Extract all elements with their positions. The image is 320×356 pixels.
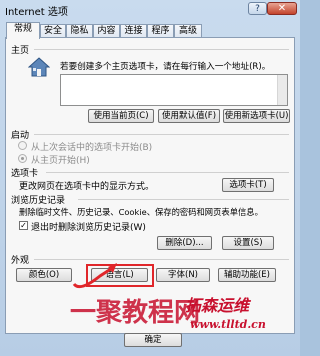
watermark-brand: 拓森运维 [185,296,250,315]
colors-button[interactable]: 颜色(O) [16,268,72,282]
appearance-heading: 外观 [11,256,30,266]
history-description: 删除临时文件、历史记录、Cookie、保存的密码和网页表单信息。 [19,207,263,217]
startup-last-session-radio[interactable] [18,141,27,150]
watermark-url: www.tlltd.cn [190,318,266,331]
tabs-heading: 选项卡 [11,169,39,179]
startup-homepage-label: 从主页开始(H) [31,156,90,166]
use-default-button[interactable]: 使用默认值(F) [158,109,220,123]
delete-on-exit-checkbox[interactable]: ✓ [19,221,28,230]
tab-content[interactable]: 内容 [93,24,120,38]
general-panel: 主页 若要创建多个主页选项卡，请在每行输入一个地址(R)。 使用当前页(C) 使… [5,37,295,334]
watermark-title: 一聚教程网 [70,298,201,328]
accessibility-button[interactable]: 辅助功能(E) [218,268,276,282]
delete-history-button[interactable]: 删除(D)... [157,236,212,250]
internet-options-window: Internet 选项 ? ✕ 常规 安全 隐私 内容 连接 程序 高级 主页 … [0,0,300,356]
window-title: Internet 选项 [5,7,68,18]
tabs-description: 更改网页在选项卡中的显示方式。 [19,182,155,192]
fonts-button[interactable]: 字体(N) [156,268,210,282]
ok-button[interactable]: 确定 [124,333,182,347]
history-heading: 浏览历史记录 [11,196,66,206]
divider [34,134,289,135]
use-new-tab-button[interactable]: 使用新选项卡(U) [223,109,290,123]
startup-heading: 启动 [11,131,30,141]
startup-homepage-radio[interactable] [18,154,27,163]
divider [46,172,289,173]
tab-connections[interactable]: 连接 [120,24,147,38]
divider [78,199,289,200]
startup-last-session-label: 从上次会话中的选项卡开始(B) [31,143,153,153]
delete-on-exit-label: 退出时删除浏览历史记录(W) [31,223,146,233]
tab-general[interactable]: 常规 [6,22,40,39]
tab-programs[interactable]: 程序 [147,24,174,38]
divider [34,49,289,50]
homepage-heading: 主页 [11,46,30,56]
divider [34,259,289,260]
use-current-button[interactable]: 使用当前页(C) [88,109,154,123]
title-bar: Internet 选项 ? ✕ [0,0,300,18]
red-arrow-icon [72,263,117,289]
tab-advanced[interactable]: 高级 [174,24,202,38]
tab-security[interactable]: 安全 [40,24,66,38]
homepage-description: 若要创建多个主页选项卡，请在每行输入一个地址(R)。 [60,62,271,72]
home-icon [27,57,51,77]
help-button[interactable]: ? [248,2,267,15]
tab-privacy[interactable]: 隐私 [66,24,93,38]
close-button[interactable]: ✕ [267,2,297,15]
homepage-url-field[interactable] [60,74,288,106]
history-settings-button[interactable]: 设置(S) [222,236,274,250]
tabs-settings-button[interactable]: 选项卡(T) [222,178,274,192]
scrollbar[interactable] [277,75,287,105]
